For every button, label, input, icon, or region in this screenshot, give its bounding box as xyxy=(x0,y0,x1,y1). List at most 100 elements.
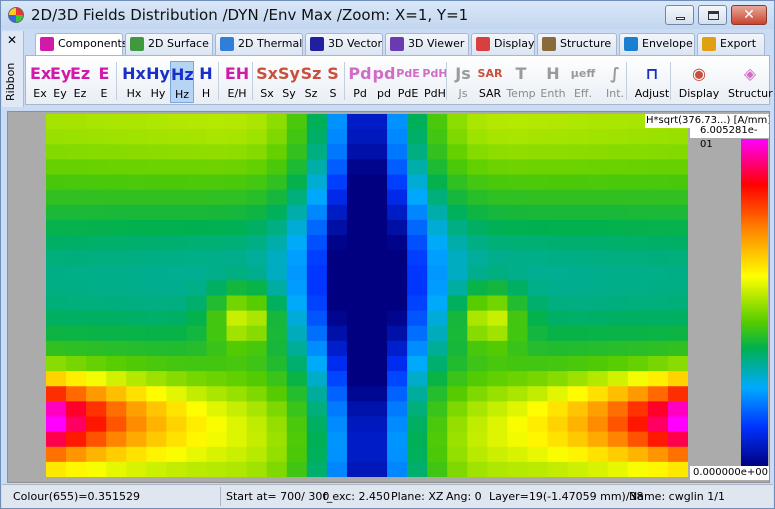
field-cell xyxy=(467,265,488,281)
ribbon-toolbar: Ex Ex Ey Ey Ez Ez E E Hx Hx Hy Hy Hz Hz H H EH E/H Sx Sx Sy S… xyxy=(25,55,773,105)
field-cell xyxy=(467,144,488,160)
field-cell xyxy=(126,265,147,281)
tool-js-button[interactable]: Js Js xyxy=(452,61,474,103)
tool-pde-button[interactable]: PdE PdE xyxy=(396,61,420,103)
tab-2d-surface[interactable]: 2D Surface xyxy=(125,33,213,55)
tool-enth-button[interactable]: H Enth xyxy=(538,61,568,103)
field-cell xyxy=(166,446,188,463)
field-cell xyxy=(86,295,107,312)
field-cell xyxy=(627,401,649,418)
status-layer: Layer=19(-1.47059 mm)/38 xyxy=(489,490,644,503)
field-cell xyxy=(66,310,87,327)
field-cell xyxy=(407,174,428,191)
maximize-button[interactable] xyxy=(698,5,727,25)
field-cell xyxy=(346,416,368,433)
field-cell xyxy=(206,295,228,312)
tool-sy-button[interactable]: Sy Sy xyxy=(278,61,300,103)
ribbon-close-button[interactable]: ✕ xyxy=(7,33,17,47)
field-cell xyxy=(627,340,649,357)
field-cell xyxy=(286,310,308,327)
field-cell xyxy=(527,174,549,191)
tool-h-button[interactable]: HH xyxy=(196,61,216,103)
minimize-button[interactable] xyxy=(665,5,694,25)
field-cell xyxy=(447,416,468,433)
field-cell xyxy=(467,431,488,448)
tool-structur-button[interactable]: ◈ Structur xyxy=(728,61,773,103)
tab-export[interactable]: Export xyxy=(697,33,765,55)
field-cell xyxy=(86,144,107,160)
close-button[interactable]: ✕ xyxy=(731,5,767,25)
tool-sx-button[interactable]: Sx Sx xyxy=(256,61,278,103)
tool-hx-button[interactable]: Hx Hx xyxy=(122,61,146,103)
field-cell xyxy=(206,174,228,191)
field-cell xyxy=(607,189,629,206)
field-cell xyxy=(326,144,348,160)
tool-hz-button[interactable]: Hz Hz xyxy=(170,61,194,103)
tool-s-button[interactable]: SS xyxy=(322,61,344,103)
field-cell xyxy=(507,114,529,130)
field-cell xyxy=(286,386,308,402)
field-cell xyxy=(66,431,87,448)
field-cell xyxy=(306,325,328,342)
tool-ez-button[interactable]: Ez Ez xyxy=(70,61,90,103)
tool-eff--button[interactable]: μeff Eff. xyxy=(569,61,597,103)
tool-pd-button[interactable]: pd pd xyxy=(372,61,396,103)
field-cell xyxy=(667,401,688,418)
tool-label: Hy xyxy=(150,87,166,100)
field-cell xyxy=(367,386,388,402)
field-cell xyxy=(407,250,428,266)
field-cell xyxy=(667,204,688,221)
tool-hy-button[interactable]: Hy Hy xyxy=(146,61,170,103)
ez-icon: Ez xyxy=(70,64,91,83)
field-cell xyxy=(46,280,67,297)
field-cell xyxy=(607,265,629,281)
tool-label: Ez xyxy=(73,87,87,100)
field-cell xyxy=(186,356,208,372)
field-cell xyxy=(567,189,589,206)
tab-label: Export xyxy=(720,37,757,50)
tool-ex-button[interactable]: Ex Ex xyxy=(30,61,51,103)
field-cell xyxy=(647,401,669,418)
tab-3d-vector[interactable]: 3D Vector xyxy=(305,33,383,55)
field-cell xyxy=(166,204,188,221)
field-cell xyxy=(647,219,669,236)
tool-label: PdH xyxy=(424,87,446,100)
field-cell xyxy=(567,446,589,463)
field-cell xyxy=(346,159,368,176)
tab-components[interactable]: Components xyxy=(35,33,128,56)
field-distribution-map[interactable] xyxy=(46,114,688,477)
tab-3d-viewer[interactable]: 3D Viewer xyxy=(385,33,469,55)
tab-label: Envelope xyxy=(642,37,693,50)
tool-adjust-button[interactable]: ⊓ Adjust xyxy=(632,61,672,103)
field-cell xyxy=(306,189,328,206)
field-cell xyxy=(306,280,328,297)
field-cell xyxy=(507,295,529,312)
scale-max-value: 6.005281e-01 xyxy=(690,124,769,150)
tool-sz-button[interactable]: Sz Sz xyxy=(300,61,322,103)
tool-pdh-button[interactable]: PdH PdH xyxy=(422,61,448,103)
field-cell xyxy=(346,129,368,145)
tool-temp-button[interactable]: T Temp xyxy=(506,61,536,103)
field-cell xyxy=(507,250,529,266)
tool-sar-button[interactable]: SAR SAR xyxy=(476,61,504,103)
tool-e-h-button[interactable]: EH E/H xyxy=(222,61,252,103)
field-cell xyxy=(346,114,368,130)
field-cell xyxy=(346,431,368,448)
tool-pd-button[interactable]: Pd Pd xyxy=(348,61,372,103)
tab-display[interactable]: Display xyxy=(471,33,535,55)
field-cell xyxy=(487,461,509,477)
tab-envelope[interactable]: Envelope xyxy=(619,33,695,55)
field-cell xyxy=(367,446,388,463)
tool-ey-button[interactable]: Ey Ey xyxy=(50,61,71,103)
tool-display-button[interactable]: ◉ Display xyxy=(676,61,722,103)
field-cell xyxy=(46,386,67,402)
tab-2d-thermal[interactable]: 2D Thermal xyxy=(215,33,303,55)
hy-icon: Hy xyxy=(146,64,170,83)
tool-int--button[interactable]: ∫ Int. xyxy=(601,61,629,103)
tool-e-button[interactable]: EE xyxy=(94,61,114,103)
field-cell xyxy=(607,219,629,236)
field-cell xyxy=(126,356,147,372)
tab-structure[interactable]: Structure xyxy=(537,33,617,55)
tool-label: S xyxy=(329,87,337,100)
field-cell xyxy=(627,219,649,236)
